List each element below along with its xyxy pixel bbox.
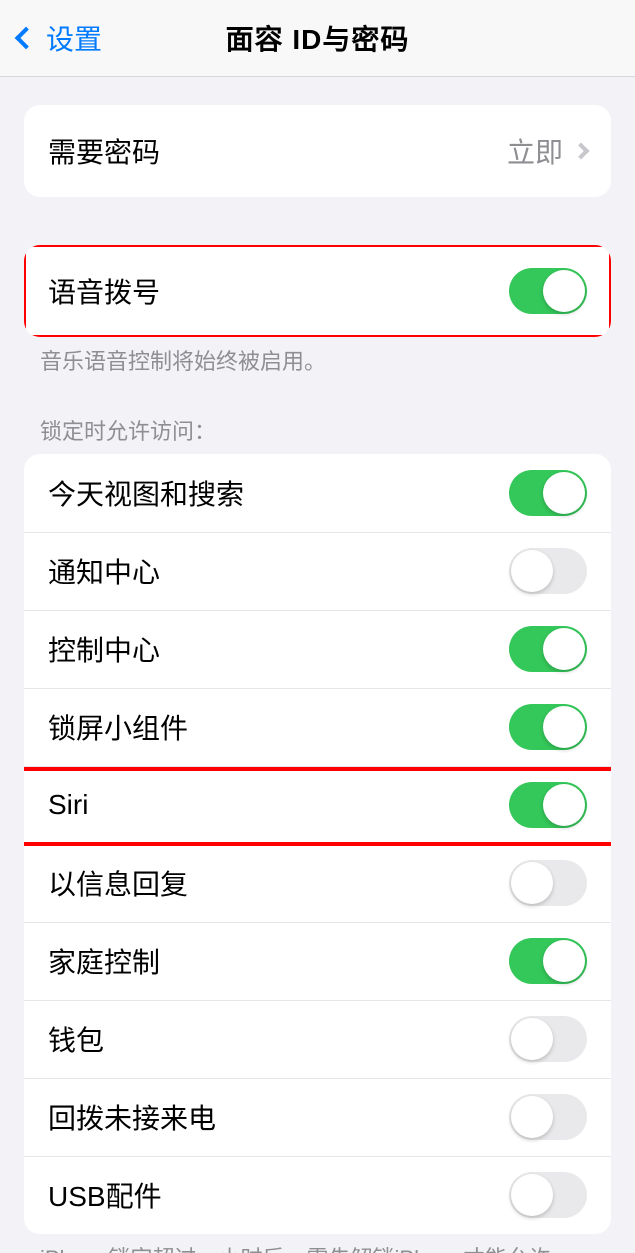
require-passcode-value: 立即 — [507, 131, 563, 171]
home-control-toggle[interactable] — [509, 938, 587, 984]
chevron-left-icon — [15, 27, 38, 50]
reply-with-message-label: 以信息回复 — [48, 863, 509, 903]
today-view-toggle[interactable] — [509, 470, 587, 516]
chevron-right-icon — [573, 143, 590, 160]
notification-center-row[interactable]: 通知中心 — [24, 532, 611, 610]
siri-row[interactable]: Siri — [24, 766, 611, 844]
home-control-label: 家庭控制 — [48, 941, 509, 981]
usb-accessories-label: USB配件 — [48, 1175, 509, 1215]
usb-accessories-toggle[interactable] — [509, 1172, 587, 1218]
return-missed-calls-row[interactable]: 回拨未接来电 — [24, 1078, 611, 1156]
locked-access-group: 今天视图和搜索 通知中心 控制中心 锁屏小组件 Siri 以信息回复 家庭控制 — [24, 454, 611, 1234]
control-center-label: 控制中心 — [48, 629, 509, 669]
siri-toggle[interactable] — [509, 782, 587, 828]
voice-dial-group: 语音拨号 — [24, 245, 611, 337]
require-passcode-group: 需要密码 立即 — [24, 105, 611, 197]
locked-access-header: 锁定时允许访问： — [40, 414, 595, 446]
lock-screen-widgets-label: 锁屏小组件 — [48, 707, 509, 747]
require-passcode-row[interactable]: 需要密码 立即 — [24, 105, 611, 197]
voice-dial-toggle[interactable] — [509, 268, 587, 314]
reply-with-message-toggle[interactable] — [509, 860, 587, 906]
lock-screen-widgets-toggle[interactable] — [509, 704, 587, 750]
control-center-toggle[interactable] — [509, 626, 587, 672]
notification-center-toggle[interactable] — [509, 548, 587, 594]
voice-dial-label: 语音拨号 — [48, 271, 509, 311]
notification-center-label: 通知中心 — [48, 551, 509, 591]
voice-dial-footer: 音乐语音控制将始终被启用。 — [40, 347, 595, 378]
voice-dial-row[interactable]: 语音拨号 — [24, 245, 611, 337]
back-button[interactable]: 设置 — [0, 18, 102, 58]
lock-screen-widgets-row[interactable]: 锁屏小组件 — [24, 688, 611, 766]
return-missed-calls-toggle[interactable] — [509, 1094, 587, 1140]
siri-label: Siri — [48, 789, 509, 821]
reply-with-message-row[interactable]: 以信息回复 — [24, 844, 611, 922]
toggle-knob — [543, 270, 585, 312]
today-view-label: 今天视图和搜索 — [48, 473, 509, 513]
return-missed-calls-label: 回拨未接来电 — [48, 1097, 509, 1137]
wallet-row[interactable]: 钱包 — [24, 1000, 611, 1078]
usb-accessories-row[interactable]: USB配件 — [24, 1156, 611, 1234]
back-label: 设置 — [46, 18, 102, 58]
control-center-row[interactable]: 控制中心 — [24, 610, 611, 688]
require-passcode-label: 需要密码 — [48, 131, 507, 171]
today-view-row[interactable]: 今天视图和搜索 — [24, 454, 611, 532]
wallet-label: 钱包 — [48, 1019, 509, 1059]
home-control-row[interactable]: 家庭控制 — [24, 922, 611, 1000]
usb-footer: iPhone锁定超过一小时后，需先解锁iPhone才能允许USB配件连接。 — [40, 1244, 595, 1253]
nav-bar: 设置 面容 ID与密码 — [0, 0, 635, 77]
wallet-toggle[interactable] — [509, 1016, 587, 1062]
